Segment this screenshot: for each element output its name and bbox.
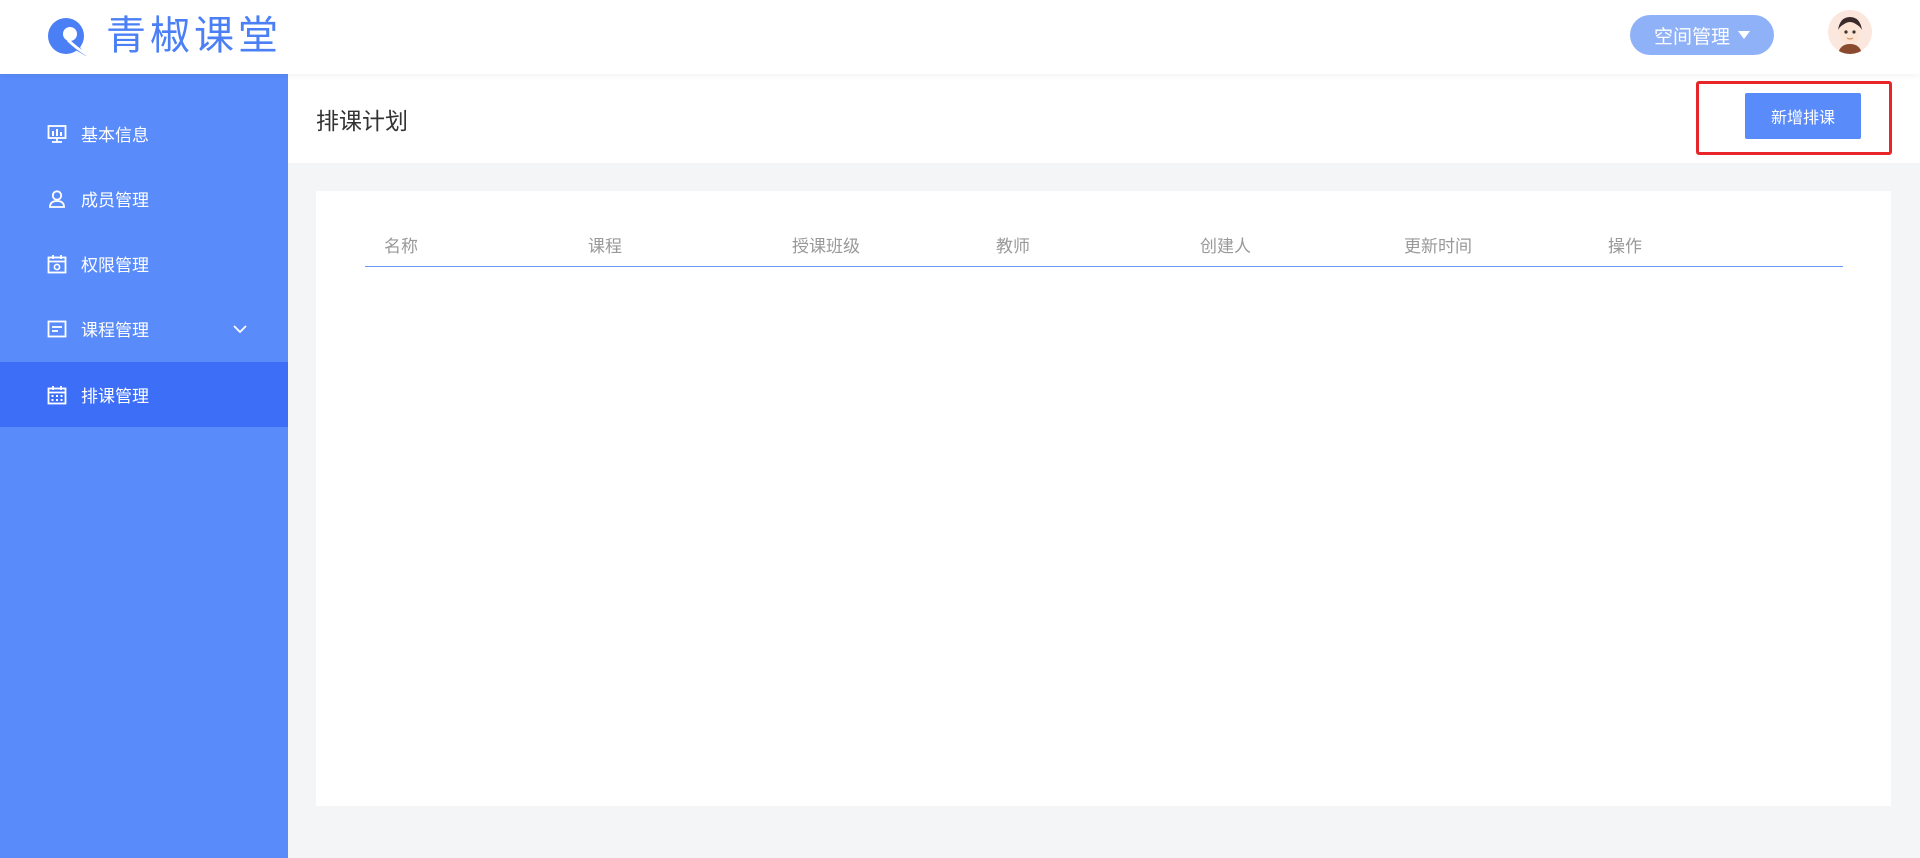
sidebar: 基本信息 成员管理 权限管理 课程管理 排课管理 — [0, 74, 288, 858]
logo-icon — [48, 18, 87, 56]
chevron-down-icon[interactable] — [232, 321, 248, 337]
document-icon — [47, 320, 67, 337]
column-header-actions: 操作 — [1608, 237, 1642, 257]
column-header-course[interactable]: 课程 — [588, 236, 622, 258]
column-header-name[interactable]: 名称 — [384, 236, 418, 258]
sidebar-item-label: 课程管理 — [81, 321, 149, 341]
page-title: 排课计划 — [316, 109, 408, 135]
column-header-updated[interactable]: 更新时间 — [1404, 236, 1472, 258]
sidebar-item-scheduling[interactable]: 排课管理 — [0, 362, 288, 427]
brand-name: 青椒课堂 — [106, 13, 282, 59]
space-management-button[interactable]: 空间管理 — [1630, 15, 1774, 55]
avatar[interactable] — [1828, 10, 1872, 54]
caret-down-icon — [1738, 31, 1750, 39]
sidebar-item-label: 排课管理 — [81, 387, 149, 407]
chart-board-icon — [47, 124, 67, 143]
content-header: 排课计划 新增排课 — [288, 74, 1920, 163]
user-icon — [49, 189, 65, 208]
add-schedule-button[interactable]: 新增排课 — [1745, 93, 1861, 139]
schedule-table-card: 名称 课程 授课班级 教师 创建人 更新时间 操作 — [316, 191, 1891, 806]
sidebar-item-label: 成员管理 — [81, 191, 149, 211]
column-header-teacher[interactable]: 教师 — [996, 236, 1030, 258]
sidebar-item-permissions[interactable]: 权限管理 — [0, 231, 288, 296]
column-header-creator[interactable]: 创建人 — [1200, 236, 1251, 258]
column-header-class[interactable]: 授课班级 — [792, 236, 860, 258]
sidebar-item-members[interactable]: 成员管理 — [0, 166, 288, 231]
sidebar-item-basic-info[interactable]: 基本信息 — [0, 101, 288, 166]
brand-logo[interactable]: 青椒课堂 — [46, 14, 282, 58]
sidebar-item-label: 基本信息 — [81, 126, 149, 146]
top-bar: 青椒课堂 空间管理 — [0, 0, 1920, 74]
user-avatar-icon — [1828, 10, 1872, 54]
calendar-grid-icon — [47, 385, 67, 404]
space-management-label: 空间管理 — [1653, 25, 1730, 48]
calendar-gear-icon — [47, 254, 67, 273]
sidebar-item-label: 权限管理 — [81, 256, 149, 276]
table-header: 名称 课程 授课班级 教师 创建人 更新时间 操作 — [365, 236, 1843, 267]
sidebar-item-courses[interactable]: 课程管理 — [0, 296, 288, 361]
